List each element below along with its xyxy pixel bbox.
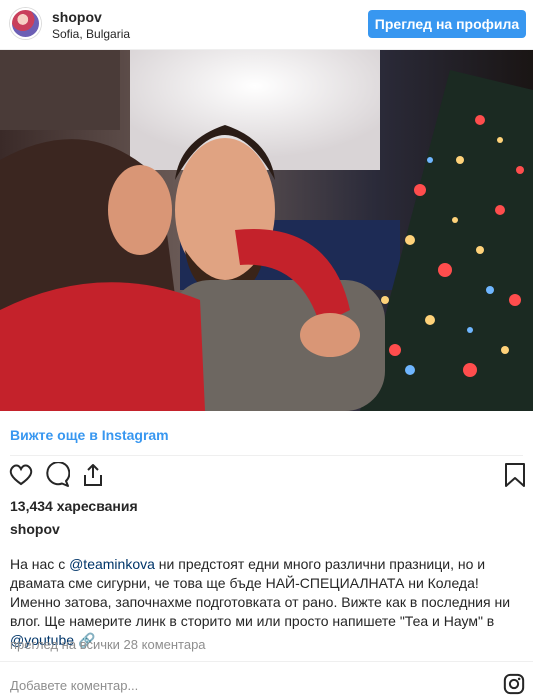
caption: На нас с @teaminkova ни предстоят едни м…: [10, 555, 525, 650]
instagram-logo-icon[interactable]: [503, 673, 525, 695]
caption-text: На нас с: [10, 556, 70, 572]
post-photo[interactable]: [0, 50, 533, 411]
likes-count[interactable]: 13,434 харесвания: [10, 498, 138, 514]
divider: [10, 455, 523, 456]
mention-link[interactable]: @teaminkova: [69, 556, 155, 572]
view-profile-button[interactable]: Преглед на профила: [368, 10, 526, 38]
add-comment-input[interactable]: Добавете коментар...: [10, 678, 138, 693]
divider: [0, 661, 533, 662]
see-more-link[interactable]: Вижте още в Instagram: [10, 427, 169, 443]
post-header: shopov Sofia, Bulgaria Преглед на профил…: [0, 0, 533, 50]
caption-username[interactable]: shopov: [10, 521, 60, 537]
photo-illustration: [0, 50, 533, 411]
location[interactable]: Sofia, Bulgaria: [52, 27, 130, 41]
share-icon[interactable]: [80, 462, 106, 488]
username[interactable]: shopov: [52, 9, 102, 25]
bookmark-icon[interactable]: [502, 462, 528, 488]
heart-icon[interactable]: [8, 462, 34, 488]
view-comments-link[interactable]: преглед на всички 28 коментара: [10, 637, 206, 652]
avatar[interactable]: [10, 8, 41, 39]
comment-icon[interactable]: [44, 462, 70, 488]
